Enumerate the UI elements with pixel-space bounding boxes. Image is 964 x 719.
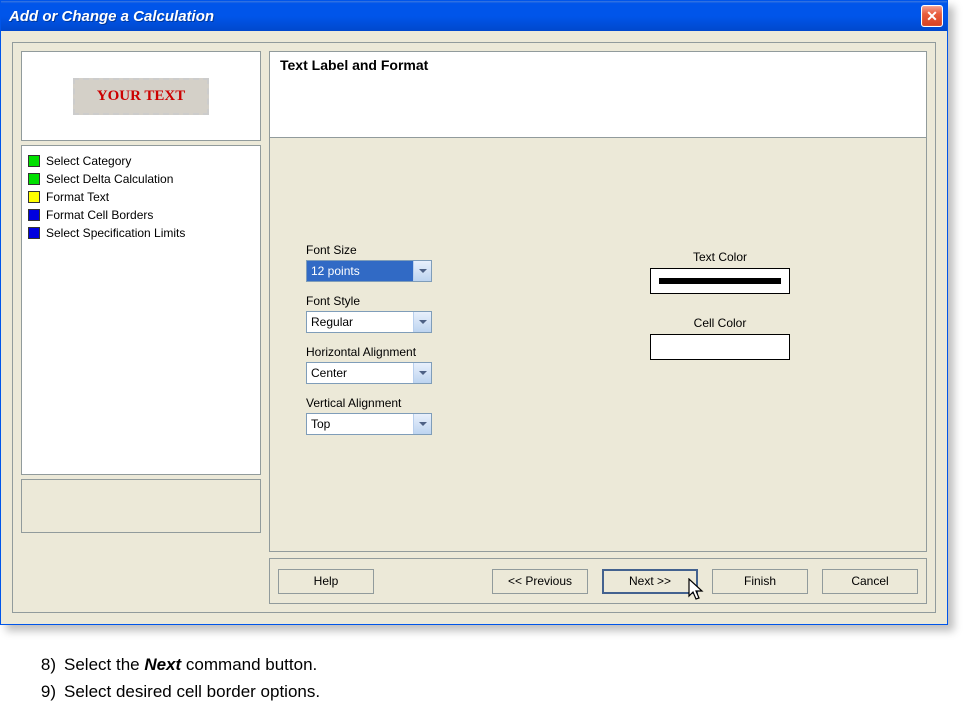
- instruction-number: 8): [36, 651, 64, 678]
- field-font-size: Font Size 12 points: [306, 243, 432, 282]
- close-button[interactable]: ✕: [921, 5, 943, 27]
- step-item[interactable]: Select Delta Calculation: [28, 170, 254, 188]
- step-item[interactable]: Format Text: [28, 188, 254, 206]
- field-text-color: Text Color: [650, 250, 790, 294]
- text-color-picker[interactable]: [650, 268, 790, 294]
- panel-header: Text Label and Format: [270, 52, 926, 138]
- field-vertical-alignment: Vertical Alignment Top: [306, 396, 432, 435]
- font-size-combo[interactable]: 12 points: [306, 260, 432, 282]
- text-color-label: Text Color: [650, 250, 790, 264]
- preview-box: YOUR TEXT: [21, 51, 261, 141]
- dropdown-button[interactable]: [413, 363, 431, 383]
- font-style-label: Font Style: [306, 294, 432, 308]
- instruction-line-9: 9) Select desired cell border options.: [36, 678, 320, 705]
- step-swatch-icon: [28, 155, 40, 167]
- instruction-number: 9): [36, 678, 64, 705]
- font-style-value: Regular: [307, 312, 413, 332]
- preview-text: YOUR TEXT: [73, 78, 210, 115]
- chevron-down-icon: [419, 269, 427, 273]
- help-button[interactable]: Help: [278, 569, 374, 594]
- panel-title: Text Label and Format: [280, 57, 916, 73]
- dialog-window: Add or Change a Calculation ✕ YOUR TEXT …: [0, 0, 948, 625]
- h-align-value: Center: [307, 363, 413, 383]
- step-swatch-icon: [28, 173, 40, 185]
- window-title: Add or Change a Calculation: [9, 8, 921, 25]
- text-color-swatch: [659, 278, 781, 284]
- dropdown-button[interactable]: [413, 414, 431, 434]
- step-label: Select Specification Limits: [46, 226, 185, 240]
- form-area: Font Size 12 points Font Style: [270, 138, 926, 551]
- v-align-combo[interactable]: Top: [306, 413, 432, 435]
- cancel-button[interactable]: Cancel: [822, 569, 918, 594]
- font-size-value: 12 points: [307, 261, 413, 281]
- field-horizontal-alignment: Horizontal Alignment Center: [306, 345, 432, 384]
- v-align-value: Top: [307, 414, 413, 434]
- dropdown-button[interactable]: [413, 312, 431, 332]
- instruction-line-8: 8) Select the Next command button.: [36, 651, 320, 678]
- cell-color-label: Cell Color: [650, 316, 790, 330]
- step-item[interactable]: Select Category: [28, 152, 254, 170]
- form-left-column: Font Size 12 points Font Style: [306, 243, 432, 447]
- font-style-combo[interactable]: Regular: [306, 311, 432, 333]
- h-align-label: Horizontal Alignment: [306, 345, 432, 359]
- step-swatch-icon: [28, 227, 40, 239]
- steps-list: Select Category Select Delta Calculation…: [21, 145, 261, 475]
- dropdown-button[interactable]: [413, 261, 431, 281]
- form-right-column: Text Color Cell Color: [650, 250, 790, 382]
- info-box: [21, 479, 261, 533]
- close-icon: ✕: [926, 8, 938, 25]
- field-font-style: Font Style Regular: [306, 294, 432, 333]
- instruction-text: Select the Next command button.: [64, 651, 317, 678]
- previous-button[interactable]: << Previous: [492, 569, 588, 594]
- window-body: YOUR TEXT Select Category Select Delta C…: [1, 31, 947, 624]
- instructions: 8) Select the Next command button. 9) Se…: [36, 651, 320, 705]
- chevron-down-icon: [419, 422, 427, 426]
- button-row: Help << Previous Next >> Finish Cancel: [269, 558, 927, 604]
- step-item[interactable]: Format Cell Borders: [28, 206, 254, 224]
- step-label: Select Category: [46, 154, 131, 168]
- titlebar[interactable]: Add or Change a Calculation ✕: [1, 1, 947, 31]
- font-size-label: Font Size: [306, 243, 432, 257]
- step-swatch-icon: [28, 191, 40, 203]
- finish-button[interactable]: Finish: [712, 569, 808, 594]
- chevron-down-icon: [419, 320, 427, 324]
- step-label: Select Delta Calculation: [46, 172, 173, 186]
- outer-panel: YOUR TEXT Select Category Select Delta C…: [12, 42, 936, 613]
- instruction-text: Select desired cell border options.: [64, 678, 320, 705]
- step-item[interactable]: Select Specification Limits: [28, 224, 254, 242]
- cell-color-picker[interactable]: [650, 334, 790, 360]
- v-align-label: Vertical Alignment: [306, 396, 432, 410]
- step-label: Format Cell Borders: [46, 208, 153, 222]
- field-cell-color: Cell Color: [650, 316, 790, 360]
- step-label: Format Text: [46, 190, 109, 204]
- step-swatch-icon: [28, 209, 40, 221]
- right-panel: Text Label and Format Font Size 12 point…: [269, 51, 927, 552]
- left-panel: YOUR TEXT Select Category Select Delta C…: [21, 51, 261, 552]
- chevron-down-icon: [419, 371, 427, 375]
- h-align-combo[interactable]: Center: [306, 362, 432, 384]
- next-button[interactable]: Next >>: [602, 569, 698, 594]
